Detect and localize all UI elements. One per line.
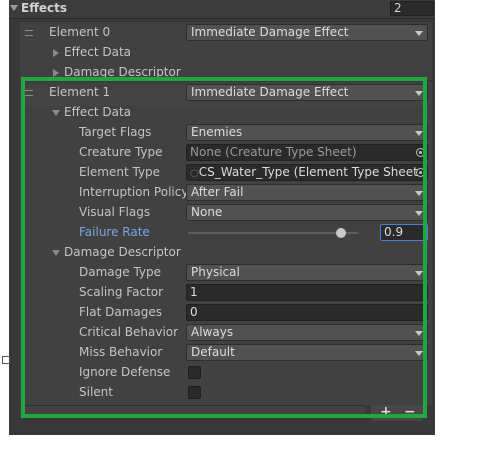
damage-type-value: Physical [191, 265, 240, 279]
interruption-policy-dropdown[interactable]: After Fail [186, 184, 428, 201]
resize-marker [2, 356, 10, 364]
element-0-type-value: Immediate Damage Effect [191, 25, 349, 39]
chevron-down-icon [415, 31, 423, 36]
scriptable-object-icon: ◌ [190, 168, 199, 179]
add-element-button[interactable]: + [380, 404, 392, 420]
effect-data-foldout[interactable]: Effect Data [64, 105, 131, 119]
element-0-container: Element 0 Immediate Damage Effect Effect… [20, 22, 432, 80]
critical-behavior-value: Always [191, 325, 234, 339]
flat-damages-input[interactable]: 0 [186, 304, 428, 321]
target-flags-label: Target Flags [79, 125, 152, 139]
element-0-type-dropdown[interactable]: Immediate Damage Effect [186, 24, 428, 41]
visual-flags-dropdown[interactable]: None [186, 204, 428, 221]
element-1-type-value: Immediate Damage Effect [191, 85, 349, 99]
element-1-type-dropdown[interactable]: Immediate Damage Effect [186, 84, 428, 101]
failure-rate-slider-handle[interactable] [336, 228, 346, 238]
foldout-collapsed-icon[interactable] [53, 49, 59, 57]
failure-rate-label: Failure Rate [79, 225, 150, 239]
interruption-policy-label: Interruption Policy [79, 185, 189, 199]
effects-header[interactable]: Effects 2 [9, 0, 435, 19]
chevron-down-icon [415, 351, 423, 356]
chevron-down-icon [415, 271, 423, 276]
target-flags-value: Enemies [191, 125, 243, 139]
silent-label: Silent [79, 385, 113, 399]
chevron-down-icon [415, 211, 423, 216]
damage-type-dropdown[interactable]: Physical [186, 264, 428, 281]
chevron-down-icon [415, 91, 423, 96]
scaling-factor-input[interactable]: 1 [186, 284, 428, 301]
foldout-collapsed-icon[interactable] [53, 69, 59, 77]
element-0-effect-data[interactable]: Effect Data [64, 45, 131, 59]
array-size-field[interactable]: 2 [390, 1, 434, 16]
damage-type-label: Damage Type [79, 265, 162, 279]
miss-behavior-value: Default [191, 345, 235, 359]
failure-rate-slider-track[interactable] [188, 232, 358, 234]
chevron-down-icon [415, 331, 423, 336]
object-picker-icon[interactable] [416, 148, 425, 157]
drag-handle-icon[interactable] [25, 30, 33, 36]
silent-checkbox[interactable] [188, 386, 201, 399]
flat-damages-label: Flat Damages [79, 305, 162, 319]
creature-type-object-field[interactable]: None (Creature Type Sheet) [186, 144, 428, 161]
creature-type-value: None (Creature Type Sheet) [190, 145, 357, 159]
ignore-defense-checkbox[interactable] [188, 366, 201, 379]
element-type-object-field[interactable]: ◌CS_Water_Type (Element Type Sheet [186, 164, 428, 181]
ignore-defense-label: Ignore Defense [79, 365, 171, 379]
foldout-expanded-icon[interactable] [10, 5, 18, 11]
visual-flags-value: None [191, 205, 223, 219]
list-footer-buttons: + − [371, 404, 423, 421]
failure-rate-input[interactable]: 0.9 [380, 224, 428, 241]
object-picker-icon[interactable] [416, 168, 425, 177]
element-1-label[interactable]: Element 1 [49, 85, 110, 99]
visual-flags-label: Visual Flags [79, 205, 151, 219]
critical-behavior-dropdown[interactable]: Always [186, 324, 428, 341]
element-type-label: Element Type [79, 165, 161, 179]
foldout-expanded-icon[interactable] [52, 250, 60, 256]
damage-descriptor-foldout[interactable]: Damage Descriptor [64, 245, 181, 259]
creature-type-label: Creature Type [79, 145, 163, 159]
miss-behavior-dropdown[interactable]: Default [186, 344, 428, 361]
element-type-value: CS_Water_Type (Element Type Sheet [198, 165, 418, 179]
list-footer [20, 405, 365, 418]
interruption-policy-value: After Fail [191, 185, 244, 199]
chevron-down-icon [415, 191, 423, 196]
chevron-down-icon [415, 131, 423, 136]
critical-behavior-label: Critical Behavior [79, 325, 179, 339]
remove-element-button[interactable]: − [404, 404, 416, 420]
scaling-factor-label: Scaling Factor [79, 285, 164, 299]
target-flags-dropdown[interactable]: Enemies [186, 124, 428, 141]
foldout-expanded-icon[interactable] [52, 110, 60, 116]
inspector-panel: Effects 2 Element 0 Immediate Damage Eff… [9, 0, 435, 435]
miss-behavior-label: Miss Behavior [79, 345, 163, 359]
drag-handle-icon[interactable] [25, 90, 33, 96]
effects-title: Effects [21, 1, 68, 15]
element-0-damage-descriptor[interactable]: Damage Descriptor [64, 65, 181, 79]
element-0-label[interactable]: Element 0 [49, 25, 110, 39]
